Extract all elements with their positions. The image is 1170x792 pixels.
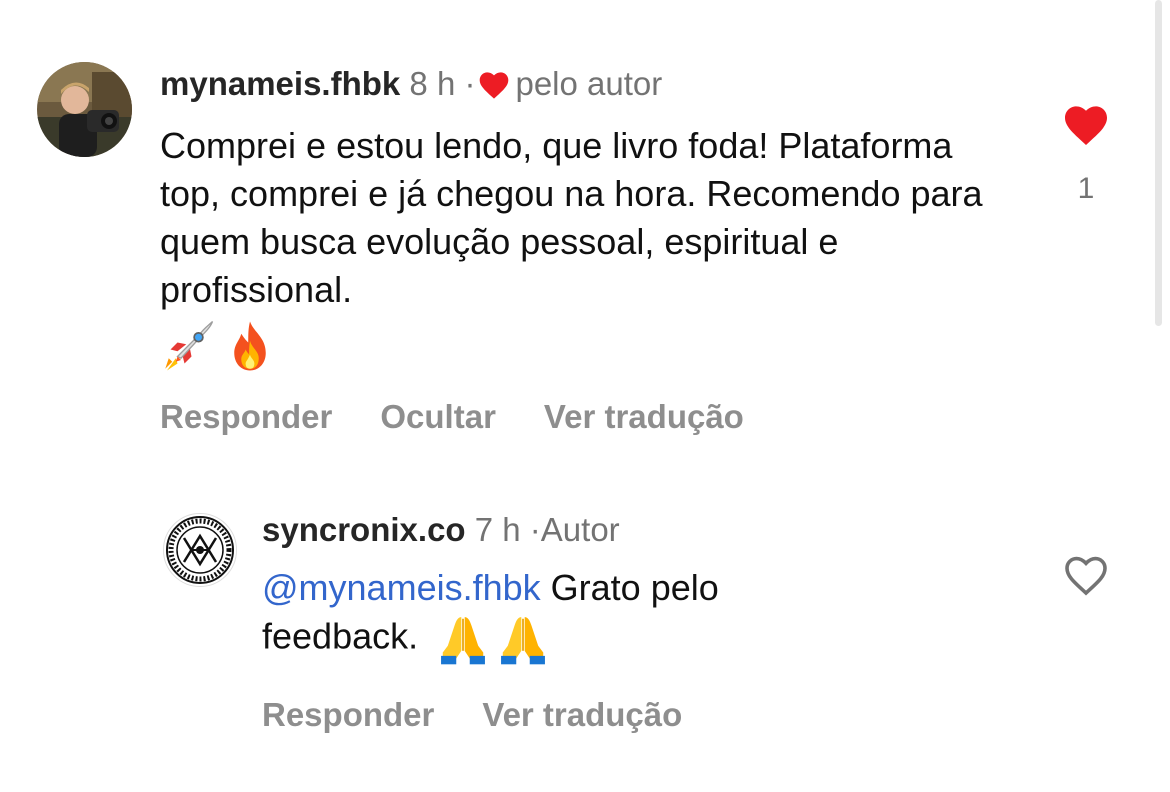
translate-button[interactable]: Ver tradução bbox=[544, 398, 744, 435]
comment-body: mynameis.fhbk 8 h · pelo autor Comprei e … bbox=[160, 64, 1020, 436]
avatar[interactable] bbox=[163, 513, 237, 587]
separator-dot: · bbox=[464, 65, 476, 102]
user-photo bbox=[37, 62, 132, 157]
avatar[interactable] bbox=[37, 62, 132, 157]
comment-header: mynameis.fhbk 8 h · pelo autor bbox=[160, 64, 1020, 104]
emoji-row bbox=[160, 318, 1020, 374]
separator-dot: · bbox=[529, 511, 541, 548]
reply-time: 7 h bbox=[474, 511, 521, 548]
brand-logo bbox=[164, 514, 236, 586]
reply-button[interactable]: Responder bbox=[160, 398, 332, 435]
comment-actions: Responder Ocultar Ver tradução bbox=[160, 398, 1020, 436]
like-count: 1 bbox=[1077, 172, 1095, 205]
mention-link[interactable]: @mynameis.fhbk bbox=[262, 567, 541, 608]
like-column bbox=[1060, 553, 1112, 602]
comment-text: Comprei e estou lendo, que livro foda! P… bbox=[160, 125, 983, 310]
liked-heart-icon[interactable] bbox=[1061, 103, 1111, 147]
reply-actions: Responder Ver tradução bbox=[262, 696, 1022, 734]
rocket-emoji-icon bbox=[165, 321, 214, 371]
reply-body: syncronix.co 7 h ·Autor @mynameis.fhbk G… bbox=[262, 510, 1022, 734]
comment-time: 8 h bbox=[409, 65, 456, 102]
author-label: Autor bbox=[540, 511, 620, 548]
reply-button[interactable]: Responder bbox=[262, 696, 434, 733]
like-column: 1 bbox=[1057, 103, 1115, 206]
folded-hands-emoji-icon bbox=[441, 617, 486, 665]
reply-username[interactable]: syncronix.co bbox=[262, 511, 466, 548]
comments-screen: mynameis.fhbk 8 h · pelo autor Comprei e … bbox=[0, 0, 1170, 792]
folded-hands-emoji-icon bbox=[501, 617, 546, 665]
liked-by-author-label: pelo autor bbox=[515, 65, 663, 102]
heart-icon bbox=[480, 72, 509, 99]
reply-item: syncronix.co 7 h ·Autor @mynameis.fhbk G… bbox=[0, 500, 1170, 760]
comment-username[interactable]: mynameis.fhbk bbox=[160, 65, 400, 102]
reply-header: syncronix.co 7 h ·Autor bbox=[262, 510, 1022, 550]
reply-text-block: @mynameis.fhbk Grato pelo feedback. bbox=[262, 564, 862, 666]
hide-button[interactable]: Ocultar bbox=[380, 398, 496, 435]
heart-outline-icon[interactable] bbox=[1061, 553, 1111, 597]
comment-item: mynameis.fhbk 8 h · pelo autor Comprei e … bbox=[0, 0, 1170, 440]
translate-button[interactable]: Ver tradução bbox=[482, 696, 682, 733]
fire-emoji-icon bbox=[234, 321, 266, 371]
